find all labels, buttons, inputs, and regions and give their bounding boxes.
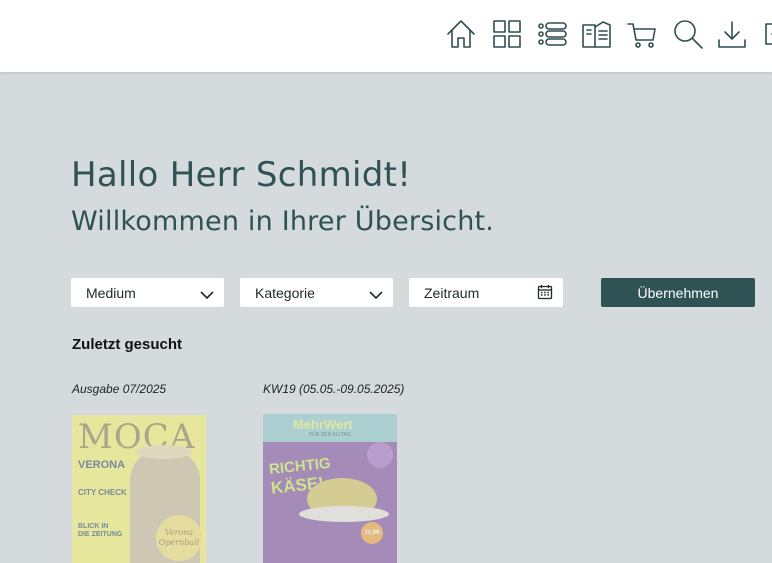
zeitraum-date-picker[interactable]: Zeitraum — [409, 278, 563, 307]
medium-select-value: Medium — [86, 284, 136, 301]
cover-price: 11,99 — [361, 522, 383, 544]
download-icon[interactable] — [716, 17, 748, 51]
cover-line: CITY CHECK — [78, 488, 127, 497]
cover-badge: Verona Opernball — [156, 515, 202, 561]
cover-subtitle: FÜR DEN ALLTAG — [309, 432, 351, 438]
greeting-subtitle: Willkommen in Ihrer Übersicht. — [71, 206, 495, 237]
magazine-cover-mehrwert[interactable]: MehrWert FÜR DEN ALLTAG RICHTIG KÄSE! 11… — [263, 414, 397, 563]
home-icon[interactable] — [445, 17, 477, 51]
medium-select[interactable]: Medium — [71, 278, 224, 307]
logout-icon[interactable] — [760, 17, 772, 51]
recent-item-label: Ausgabe 07/2025 — [72, 382, 167, 396]
cover-sticker — [367, 442, 393, 468]
magazine-cover-moca[interactable]: MOCA VERONA CITY CHECK BLICK IN DIE ZEIT… — [72, 415, 206, 563]
zeitraum-value: Zeitraum — [424, 284, 480, 301]
cover-plate — [299, 506, 389, 522]
dashboard-grid-icon[interactable] — [491, 17, 523, 51]
cart-icon[interactable] — [626, 17, 658, 51]
recent-item-label: KW19 (05.05.-09.05.2025) — [263, 382, 405, 396]
book-icon[interactable] — [581, 17, 613, 51]
cover-line: DIE ZEITUNG — [78, 531, 123, 538]
kategorie-select-value: Kategorie — [255, 284, 315, 301]
apply-button[interactable]: Übernehmen — [601, 278, 755, 307]
list-icon[interactable] — [536, 17, 568, 51]
calendar-icon[interactable] — [537, 284, 553, 300]
cover-hat — [136, 445, 192, 459]
greeting-title: Hallo Herr Schmidt! — [71, 155, 412, 195]
cover-line: BLICK IN — [78, 523, 109, 530]
top-header — [0, 0, 772, 72]
chevron-down-icon — [369, 287, 383, 300]
cover-line: VERONA — [78, 459, 126, 471]
chevron-down-icon — [200, 287, 214, 300]
kategorie-select[interactable]: Kategorie — [240, 278, 393, 307]
cover-title: MehrWert — [293, 417, 353, 432]
search-icon[interactable] — [672, 17, 704, 51]
recent-searches-title: Zuletzt gesucht — [72, 336, 183, 353]
